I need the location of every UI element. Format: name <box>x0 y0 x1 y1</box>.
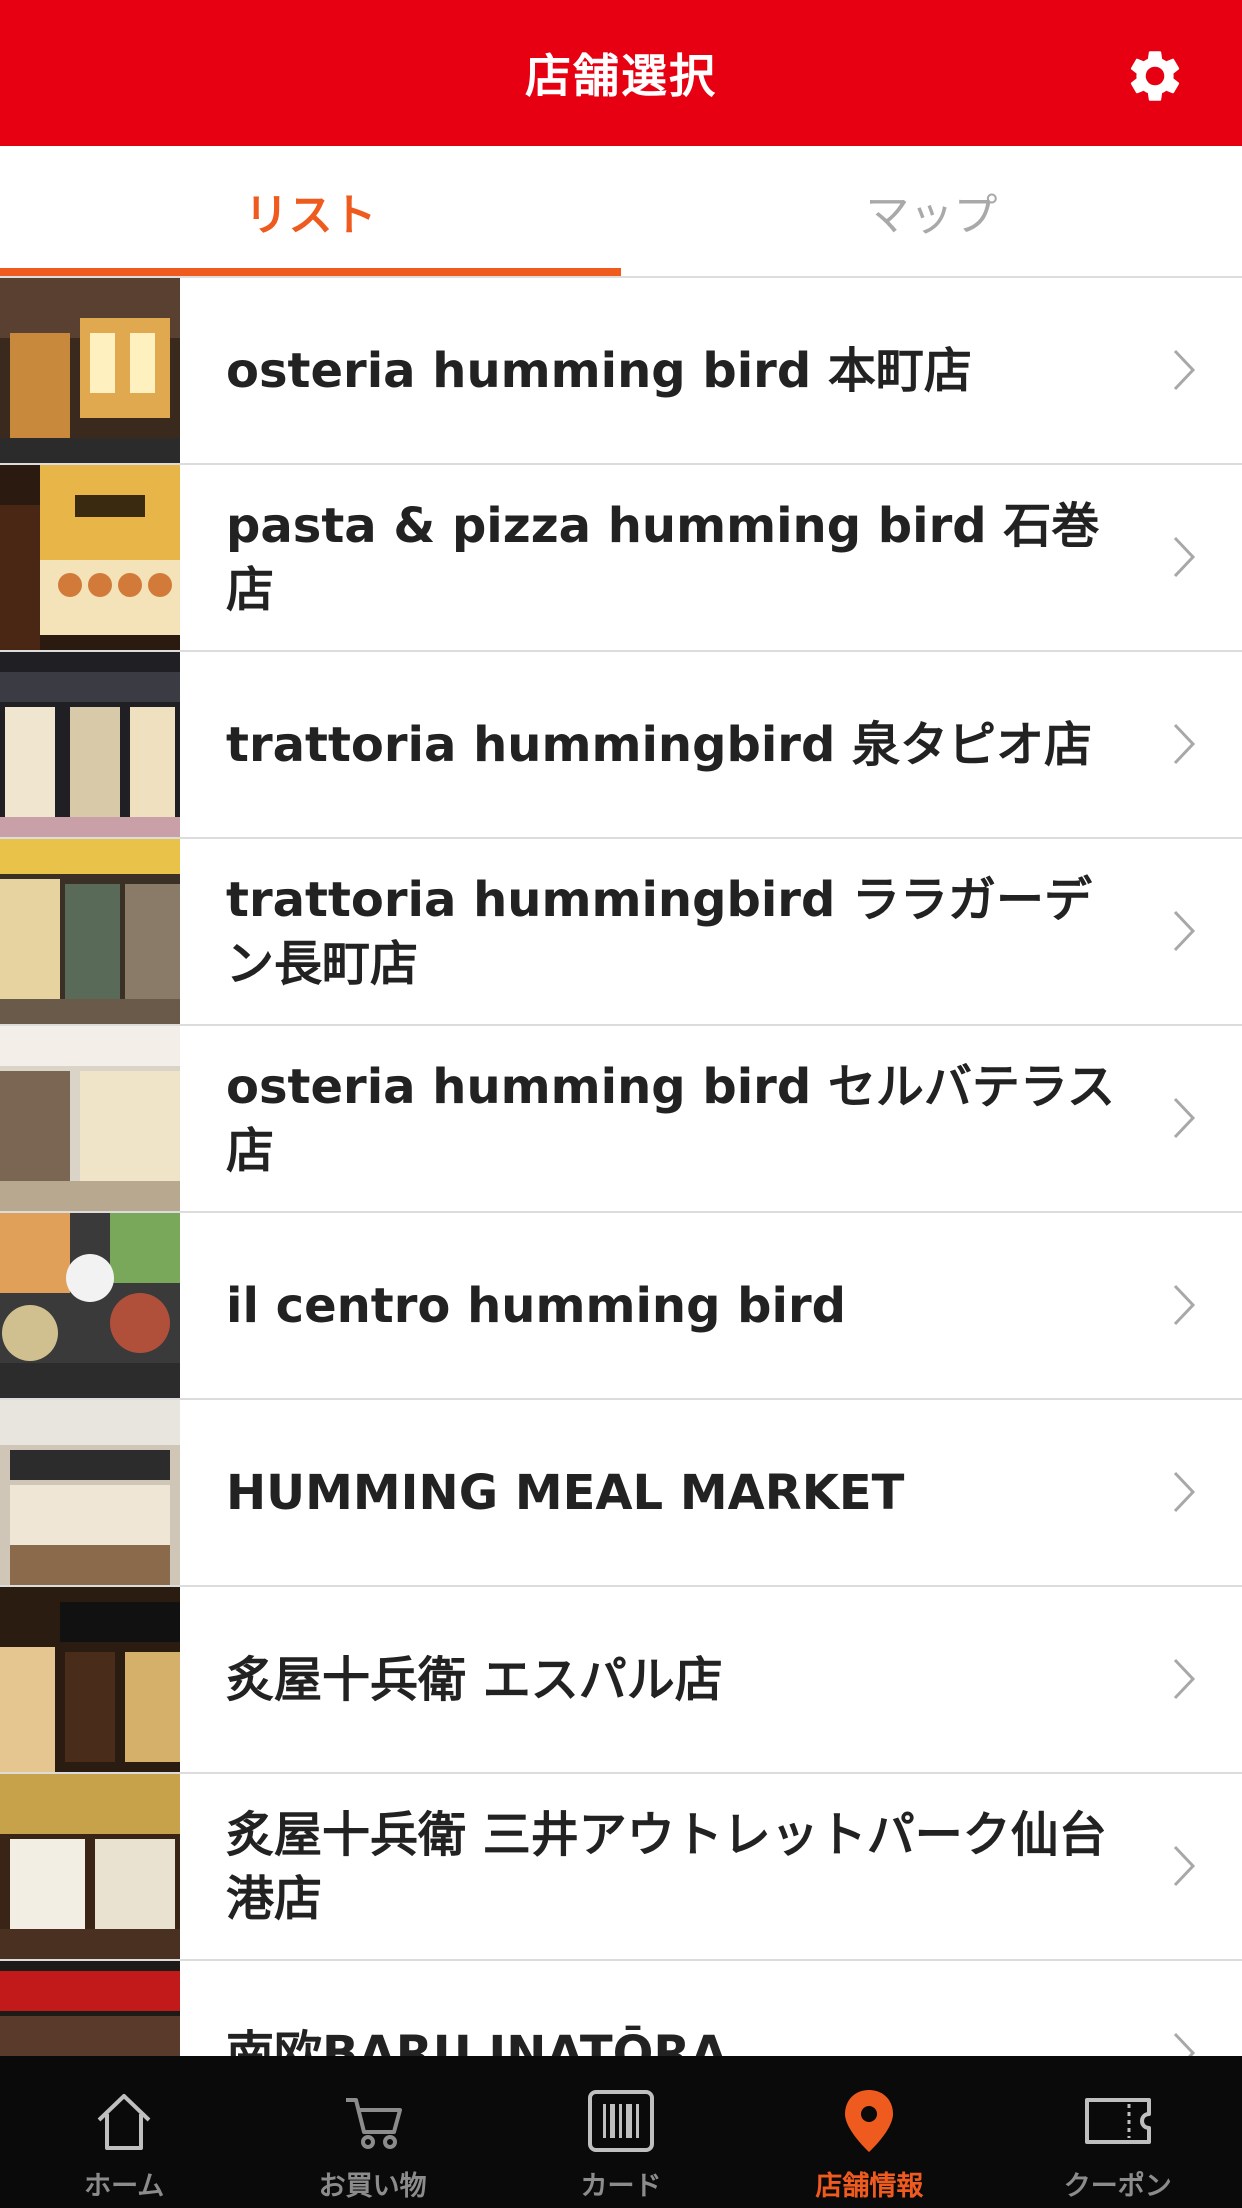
chevron-right-icon <box>1173 910 1196 952</box>
store-thumbnail <box>0 1774 180 1959</box>
nav-coupon-label: クーポン <box>1063 2171 1172 2202</box>
nav-card[interactable]: カード <box>497 2056 745 2208</box>
bottom-nav: ホーム お買い物 カード 店舗情報 クーポン <box>0 2056 1242 2208</box>
store-thumbnail <box>0 465 180 650</box>
store-thumbnail <box>0 1400 180 1585</box>
store-row[interactable]: trattoria hummingbird ララガーデン長町店 <box>0 839 1242 1026</box>
tab-list[interactable]: リスト <box>0 146 621 276</box>
gear-icon[interactable] <box>1124 45 1186 107</box>
store-name: osteria humming bird セルバテラス店 <box>226 1058 1115 1179</box>
nav-shopping-label: お買い物 <box>318 2171 427 2202</box>
store-name: trattoria hummingbird 泉タピオ店 <box>226 716 1093 773</box>
barcode-card-icon <box>587 2090 654 2152</box>
nav-home-label: ホーム <box>84 2171 165 2202</box>
store-list[interactable]: osteria humming bird 本町店 pasta & pizza h… <box>0 278 1242 2056</box>
store-name: HUMMING MEAL MARKET <box>226 1464 905 1521</box>
store-name: trattoria hummingbird ララガーデン長町店 <box>226 871 1093 992</box>
tab-map-label: マップ <box>865 190 998 241</box>
map-pin-icon <box>845 2090 894 2152</box>
app-header: 店舗選択 <box>0 0 1242 146</box>
store-row[interactable]: osteria humming bird 本町店 <box>0 278 1242 465</box>
tab-map[interactable]: マップ <box>621 146 1242 276</box>
chevron-right-icon <box>1173 2032 1196 2056</box>
store-row[interactable]: osteria humming bird セルバテラス店 <box>0 1026 1242 1213</box>
nav-coupon[interactable]: クーポン <box>994 2056 1242 2208</box>
store-name: 炙屋十兵衛 三井アウトレットパーク仙台港店 <box>226 1806 1107 1927</box>
home-icon <box>97 2094 151 2150</box>
tab-list-label: リスト <box>244 190 377 241</box>
store-thumbnail <box>0 1213 180 1398</box>
store-name: osteria humming bird 本町店 <box>226 342 972 399</box>
store-name: pasta & pizza humming bird 石巻店 <box>226 497 1100 618</box>
chevron-right-icon <box>1173 536 1196 578</box>
page-title: 店舗選択 <box>525 49 717 103</box>
nav-shopping[interactable]: お買い物 <box>248 2056 496 2208</box>
store-row[interactable]: 南欧BARU INATŌRA <box>0 1961 1242 2056</box>
ticket-icon <box>1084 2098 1151 2144</box>
cart-icon <box>345 2098 402 2149</box>
chevron-right-icon <box>1173 349 1196 391</box>
nav-card-label: カード <box>580 2171 662 2202</box>
app-screen: 店舗選択 リスト マップ osteria humming bird 本町店 pa… <box>0 0 1242 2208</box>
store-name: 南欧BARU INATŌRA <box>226 2025 728 2057</box>
store-thumbnail <box>0 278 180 463</box>
store-row[interactable]: trattoria hummingbird 泉タピオ店 <box>0 652 1242 839</box>
chevron-right-icon <box>1173 1097 1196 1139</box>
chevron-right-icon <box>1173 1284 1196 1326</box>
active-tab-indicator <box>0 268 621 276</box>
nav-store-info[interactable]: 店舗情報 <box>745 2056 993 2208</box>
store-thumbnail <box>0 1026 180 1211</box>
store-row[interactable]: il centro humming bird <box>0 1213 1242 1400</box>
store-name: il centro humming bird <box>226 1277 847 1334</box>
store-thumbnail <box>0 839 180 1024</box>
store-name: 炙屋十兵衛 エスパル店 <box>226 1651 723 1708</box>
chevron-right-icon <box>1173 1845 1196 1887</box>
nav-store-info-label: 店舗情報 <box>815 2171 924 2202</box>
chevron-right-icon <box>1173 723 1196 765</box>
store-row[interactable]: 炙屋十兵衛 エスパル店 <box>0 1587 1242 1774</box>
store-row[interactable]: pasta & pizza humming bird 石巻店 <box>0 465 1242 652</box>
store-thumbnail <box>0 1587 180 1772</box>
chevron-right-icon <box>1173 1658 1196 1700</box>
chevron-right-icon <box>1173 1471 1196 1513</box>
tab-bar: リスト マップ <box>0 146 1242 276</box>
store-row[interactable]: 炙屋十兵衛 三井アウトレットパーク仙台港店 <box>0 1774 1242 1961</box>
nav-home[interactable]: ホーム <box>0 2056 248 2208</box>
store-thumbnail <box>0 652 180 837</box>
store-row[interactable]: HUMMING MEAL MARKET <box>0 1400 1242 1587</box>
store-thumbnail <box>0 1961 180 2056</box>
